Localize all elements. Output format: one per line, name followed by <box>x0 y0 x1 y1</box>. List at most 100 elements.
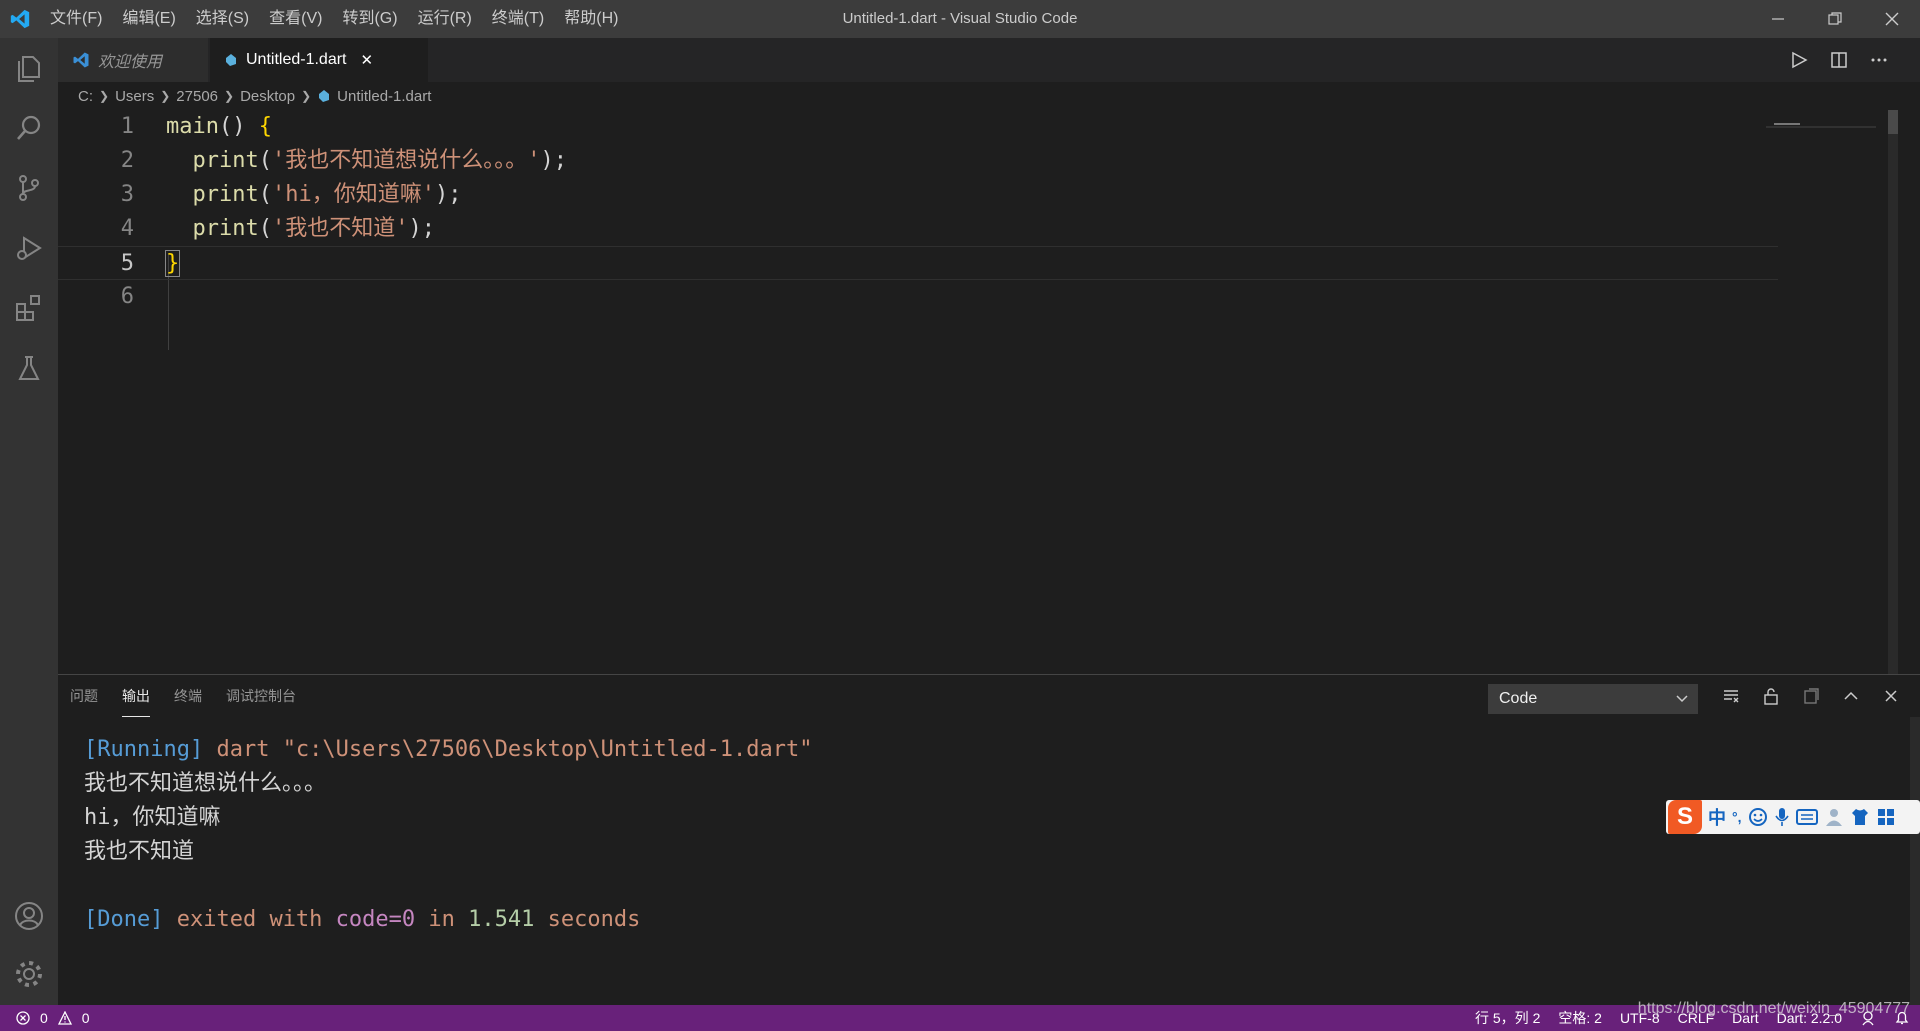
lock-scroll-icon[interactable] <box>1758 683 1784 709</box>
tab-welcome-label: 欢迎使用 <box>98 54 163 71</box>
chevron-right-icon: ❯ <box>224 89 235 103</box>
settings-gear-icon[interactable] <box>0 944 58 1004</box>
close-window-button[interactable] <box>1863 0 1920 38</box>
run-code-icon[interactable] <box>1786 47 1812 73</box>
breadcrumb-users[interactable]: Users <box>115 88 154 105</box>
ime-punctuation[interactable]: °, <box>1732 809 1742 825</box>
panel-actions <box>1718 683 1904 709</box>
menu-run[interactable]: 运行(R) <box>408 0 482 38</box>
line-number: 6 <box>120 284 134 309</box>
panel-tab-problems[interactable]: 问题 <box>70 675 98 717</box>
maximize-panel-icon[interactable] <box>1838 683 1864 709</box>
brace: { <box>258 114 272 139</box>
account-icon[interactable] <box>0 886 58 946</box>
ime-language[interactable]: 中 <box>1708 804 1726 830</box>
panel-tab-terminal[interactable]: 终端 <box>174 675 202 717</box>
cursor-position[interactable]: 行 5，列 2 <box>1475 1008 1540 1028</box>
menu-go[interactable]: 转到(G) <box>332 0 407 38</box>
menu-edit[interactable]: 编辑(E) <box>112 0 185 38</box>
window-controls <box>1749 0 1920 38</box>
watermark: https://blog.csdn.net/weixin_45904777 <box>1637 1000 1910 1017</box>
menu-file[interactable]: 文件(F) <box>40 0 112 38</box>
menu-selection[interactable]: 选择(S) <box>186 0 259 38</box>
split-editor-icon[interactable] <box>1826 47 1852 73</box>
editor-tabs: 欢迎使用 Untitled-1.dart ✕ <box>58 38 1920 82</box>
clear-output-icon[interactable] <box>1718 683 1744 709</box>
minimap[interactable] <box>1766 110 1876 128</box>
open-log-icon[interactable] <box>1798 683 1824 709</box>
code-line: 3 print('hi，你知道嘛'); <box>58 178 1778 212</box>
microphone-icon[interactable] <box>1774 807 1790 827</box>
breadcrumb: C: ❯ Users ❯ 27506 ❯ Desktop ❯ Untitled-… <box>58 82 1898 110</box>
activity-bar <box>0 38 58 1005</box>
breadcrumb-file[interactable]: Untitled-1.dart <box>337 88 431 105</box>
tab-close-icon[interactable]: ✕ <box>361 51 374 69</box>
punctuation: ); <box>408 216 435 241</box>
skin-shirt-icon[interactable] <box>1850 807 1870 827</box>
code-editor[interactable]: 1 main() { 2 print('我也不知道想说什么。。。'); 3 pr… <box>58 110 1898 674</box>
close-panel-icon[interactable] <box>1878 683 1904 709</box>
emoji-icon[interactable] <box>1748 807 1768 827</box>
panel-scrollbar[interactable] <box>1906 717 1920 1006</box>
punctuation: ); <box>434 182 462 207</box>
breadcrumb-drive[interactable]: C: <box>78 88 93 105</box>
more-actions-icon[interactable] <box>1866 47 1892 73</box>
keyboard-icon[interactable] <box>1795 808 1818 826</box>
minimize-button[interactable] <box>1749 0 1806 38</box>
extensions-icon[interactable] <box>0 278 58 338</box>
warning-icon <box>57 1011 72 1025</box>
sogou-logo: S <box>1668 800 1702 834</box>
chevron-right-icon: ❯ <box>301 89 312 103</box>
output-channel-value: Code <box>1499 690 1538 707</box>
function-name: print <box>192 216 259 241</box>
run-debug-icon[interactable] <box>0 218 58 278</box>
breadcrumb-desktop[interactable]: Desktop <box>240 88 295 105</box>
panel-tabs: 问题 输出 终端 调试控制台 <box>70 675 296 717</box>
elapsed-seconds: 1.541 <box>468 907 535 932</box>
dart-file-icon <box>319 90 330 102</box>
function-name: main <box>166 114 219 139</box>
error-count: 0 <box>40 1010 48 1026</box>
code-line: 1 main() { <box>58 110 1778 144</box>
line-number: 5 <box>120 251 134 276</box>
testing-flask-icon[interactable] <box>0 338 58 398</box>
output-line-done: [Done] exited with code=0 in 1.541 secon… <box>84 903 640 937</box>
tab-welcome[interactable]: 欢迎使用 <box>58 38 208 82</box>
dart-file-icon <box>226 54 236 66</box>
punctuation: ( <box>258 216 272 241</box>
breadcrumb-user[interactable]: 27506 <box>176 88 218 105</box>
punctuation: ); <box>540 148 567 173</box>
editor-scrollbar[interactable] <box>1884 110 1898 674</box>
tab-untitled-dart[interactable]: Untitled-1.dart ✕ <box>210 38 428 82</box>
explorer-icon[interactable] <box>0 38 58 98</box>
line-number: 3 <box>120 182 134 207</box>
menu-view[interactable]: 查看(V) <box>259 0 332 38</box>
status-bar: 0 0 行 5，列 2 空格: 2 UTF-8 CRLF Dart Dart: … <box>0 1005 1920 1031</box>
status-problems[interactable]: 0 0 <box>16 1010 90 1026</box>
toolbox-grid-icon[interactable] <box>1876 807 1896 827</box>
restore-button[interactable] <box>1806 0 1863 38</box>
menu-bar: 文件(F) 编辑(E) 选择(S) 查看(V) 转到(G) 运行(R) 终端(T… <box>40 0 628 38</box>
line-number: 2 <box>120 148 134 173</box>
ime-toolbar[interactable]: S 中 °, <box>1666 800 1920 834</box>
panel-tab-debug-console[interactable]: 调试控制台 <box>226 675 296 717</box>
code-line: 4 print('我也不知道'); <box>58 212 1778 246</box>
punctuation: ( <box>258 148 272 173</box>
indentation[interactable]: 空格: 2 <box>1558 1008 1602 1028</box>
vscode-logo-icon <box>73 52 89 68</box>
output-channel-select[interactable]: Code <box>1488 684 1698 714</box>
panel-tab-output[interactable]: 输出 <box>122 675 150 717</box>
output-line: 我也不知道 <box>84 839 195 864</box>
tab-file-label: Untitled-1.dart <box>246 51 347 68</box>
source-control-icon[interactable] <box>0 158 58 218</box>
code-line-current: 5 } <box>58 246 1778 280</box>
menu-terminal[interactable]: 终端(T) <box>482 0 554 38</box>
string-literal: '我也不知道想说什么。。。' <box>271 148 541 173</box>
output-line-running: [Running] dart "c:\Users\27506\Desktop\U… <box>84 733 813 767</box>
running-command: dart "c:\Users\27506\Desktop\Untitled-1.… <box>203 737 813 762</box>
brace: } <box>164 250 181 277</box>
line-number: 4 <box>120 216 134 241</box>
search-icon[interactable] <box>0 98 58 158</box>
menu-help[interactable]: 帮助(H) <box>554 0 628 38</box>
user-icon[interactable] <box>1824 807 1844 827</box>
